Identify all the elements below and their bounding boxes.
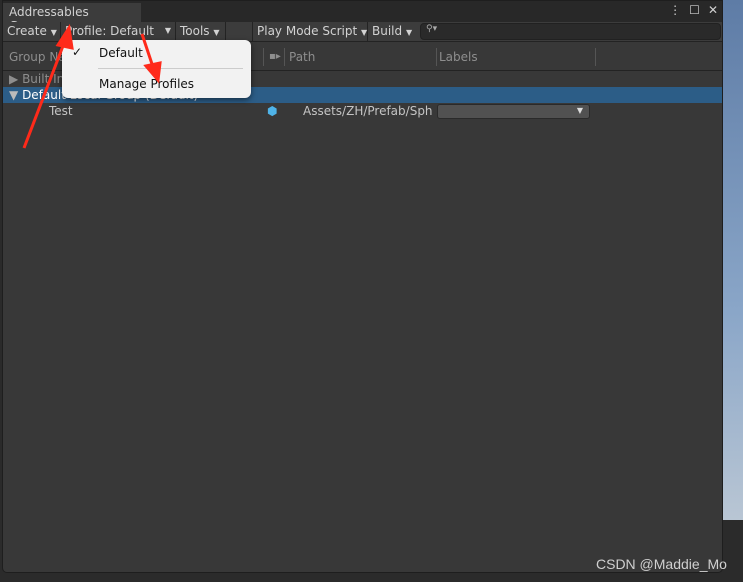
build-dropdown[interactable]: Build ▼ <box>368 22 414 42</box>
column-separator <box>595 48 596 66</box>
play-mode-script-dropdown[interactable]: Play Mode Script ▼ <box>253 21 368 42</box>
chevron-down-icon: ▼ <box>50 27 57 37</box>
more-options-icon[interactable]: ⋮ <box>669 3 681 17</box>
profile-label: Profile: Default <box>65 23 155 38</box>
maximize-icon[interactable]: ☐ <box>689 3 700 17</box>
search-input[interactable]: ⚲▾ <box>420 23 721 40</box>
search-icon: ⚲▾ <box>426 24 438 34</box>
column-labels[interactable]: Labels <box>439 50 478 64</box>
expand-arrow-icon[interactable]: ▶ <box>9 72 18 86</box>
play-mode-script-label: Play Mode Script <box>257 23 358 38</box>
column-path[interactable]: Path <box>289 50 315 64</box>
checkmark-icon: ✓ <box>72 45 83 59</box>
build-label: Build <box>372 23 403 38</box>
profile-menu: ✓ Default Manage Profiles <box>62 40 251 98</box>
toolbar-spacer <box>226 21 253 42</box>
menu-divider <box>98 68 243 69</box>
window-tab[interactable]: Addressables Groups <box>3 3 141 33</box>
entry-row[interactable]: Test ⬢ Assets/ZH/Prefab/Sphere ▼ <box>3 103 722 119</box>
chevron-down-icon: ▼ <box>576 106 583 115</box>
create-label: Create <box>7 23 47 38</box>
tools-label: Tools <box>180 23 210 38</box>
scene-background <box>722 0 743 520</box>
entry-path: Assets/ZH/Prefab/Sphere <box>303 104 433 118</box>
column-separator <box>263 48 264 66</box>
menu-item-manage-profiles[interactable]: Manage Profiles <box>99 77 194 91</box>
tools-dropdown[interactable]: Tools ▼ <box>176 21 226 42</box>
column-separator <box>436 48 437 66</box>
chevron-down-icon: ▼ <box>360 27 368 37</box>
entry-name: Test <box>49 104 73 118</box>
create-dropdown[interactable]: Create ▼ <box>3 21 61 42</box>
watermark: CSDN @Maddie_Mo <box>596 556 727 572</box>
chevron-down-icon: ▼ <box>213 27 220 37</box>
close-icon[interactable]: ✕ <box>708 3 718 17</box>
menu-item-default[interactable]: Default <box>99 46 143 60</box>
chevron-down-icon: ▼ <box>164 25 171 35</box>
toolbar: Create ▼ Profile: Default ▼ Tools ▼ Play … <box>3 21 722 42</box>
column-separator <box>284 48 285 66</box>
chevron-down-icon: ▼ <box>405 27 413 37</box>
collapse-arrow-icon[interactable]: ▼ <box>9 88 18 102</box>
profile-dropdown[interactable]: Profile: Default ▼ <box>61 21 176 42</box>
labels-dropdown[interactable]: ▼ <box>437 104 590 119</box>
address-type-icon: ▪▸ <box>269 51 281 62</box>
title-bar: Addressables Groups ⋮ ☐ ✕ <box>3 1 722 33</box>
prefab-cube-icon: ⬢ <box>267 104 278 118</box>
